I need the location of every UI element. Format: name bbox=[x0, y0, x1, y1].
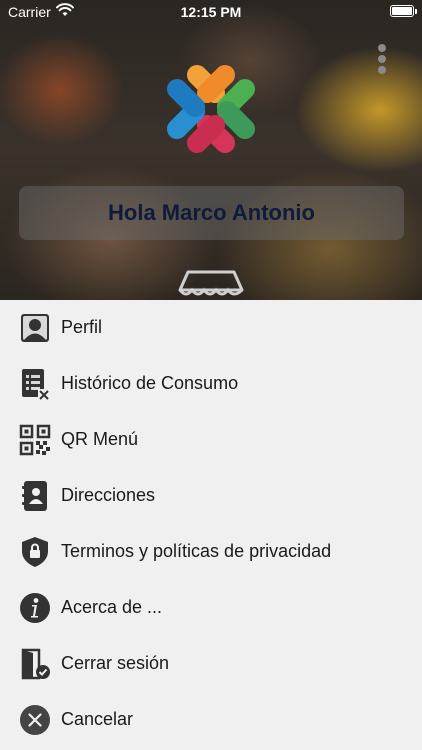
header-background: Carrier 12:15 PM Hola Marco Antonio bbox=[0, 0, 422, 300]
menu-item-label: Acerca de ... bbox=[61, 597, 163, 617]
address-book-icon bbox=[22, 481, 47, 511]
logout-door-icon bbox=[21, 648, 50, 680]
menu-item-historico[interactable]: Histórico de Consumo bbox=[0, 356, 422, 412]
receipt-history-icon bbox=[22, 369, 50, 400]
menu-item-acerca[interactable]: Acerca de ... bbox=[0, 580, 422, 636]
battery-tip bbox=[415, 9, 417, 14]
profile-icon bbox=[21, 314, 49, 342]
app-logo bbox=[167, 65, 255, 153]
greeting-banner: Hola Marco Antonio bbox=[19, 186, 404, 240]
menu-item-label: Perfil bbox=[61, 317, 103, 337]
menu-item-label: Direcciones bbox=[61, 485, 156, 505]
menu-item-label: Cancelar bbox=[61, 709, 134, 729]
menu-item-qr-menu[interactable]: QR Menú bbox=[0, 412, 422, 468]
menu-item-cancelar[interactable]: Cancelar bbox=[0, 692, 422, 748]
qr-code-icon bbox=[19, 424, 51, 456]
more-options-icon[interactable] bbox=[374, 44, 390, 76]
menu-item-label: QR Menú bbox=[61, 429, 139, 449]
menu-item-label: Terminos y políticas de privacidad bbox=[61, 541, 332, 561]
close-circle-icon bbox=[20, 705, 50, 735]
clock: 12:15 PM bbox=[180, 4, 242, 20]
info-icon bbox=[20, 593, 50, 623]
greeting-text: Hola Marco Antonio bbox=[108, 200, 315, 225]
action-sheet-menu: Perfil Histórico de Consumo QR Menú Dire… bbox=[0, 300, 422, 750]
menu-item-perfil[interactable]: Perfil bbox=[0, 300, 422, 356]
shield-lock-icon bbox=[22, 537, 48, 567]
menu-item-terminos[interactable]: Terminos y políticas de privacidad bbox=[0, 524, 422, 580]
menu-item-direcciones[interactable]: Direcciones bbox=[0, 468, 422, 524]
status-bar: Carrier 12:15 PM bbox=[0, 0, 422, 24]
menu-item-cerrar-sesion[interactable]: Cerrar sesión bbox=[0, 636, 422, 692]
menu-item-label: Cerrar sesión bbox=[61, 653, 170, 673]
battery-icon bbox=[390, 5, 414, 17]
menu-item-label: Histórico de Consumo bbox=[61, 373, 239, 393]
store-awning-icon bbox=[178, 270, 244, 296]
